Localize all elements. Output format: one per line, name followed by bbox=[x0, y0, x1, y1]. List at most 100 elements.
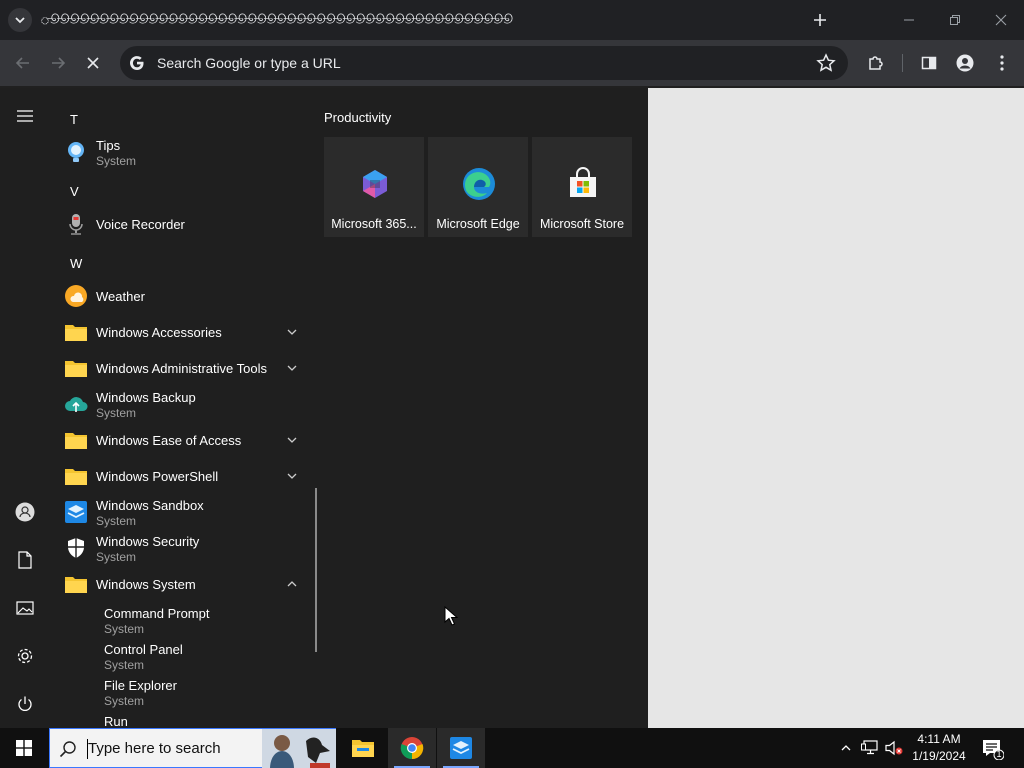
documents-button[interactable] bbox=[13, 548, 37, 572]
omnibox[interactable]: Search Google or type a URL bbox=[120, 46, 848, 80]
letter-header-v[interactable]: V bbox=[70, 184, 79, 199]
letter-header-w[interactable]: W bbox=[70, 256, 82, 271]
app-name: Voice Recorder bbox=[96, 217, 185, 232]
tile-microsoft-365[interactable]: Microsoft 365... bbox=[324, 137, 424, 237]
app-name: Control Panel bbox=[104, 642, 183, 657]
volume-button[interactable] bbox=[884, 738, 904, 758]
folder-windows-system[interactable]: Windows System bbox=[50, 566, 312, 602]
tile-microsoft-store[interactable]: Microsoft Store bbox=[532, 137, 632, 237]
chevron-up-icon[interactable] bbox=[286, 578, 298, 590]
settings-button[interactable] bbox=[13, 644, 37, 668]
user-account-button[interactable] bbox=[13, 500, 37, 524]
folder-icon bbox=[65, 325, 87, 341]
cloud-upload-icon bbox=[65, 397, 88, 412]
folder-windows-administrative-tools[interactable]: Windows Administrative Tools bbox=[50, 350, 312, 386]
extensions-button[interactable] bbox=[861, 48, 891, 78]
folder-icon bbox=[65, 469, 87, 485]
app-name: Windows Backup bbox=[96, 390, 196, 405]
start-left-rail bbox=[0, 88, 50, 728]
folder-windows-ease-of-access[interactable]: Windows Ease of Access bbox=[50, 422, 312, 458]
app-name: Windows Sandbox bbox=[96, 498, 204, 513]
network-button[interactable] bbox=[860, 738, 880, 758]
mouse-cursor-icon bbox=[444, 606, 458, 626]
chevron-down-icon[interactable] bbox=[286, 434, 298, 446]
taskbar: Type here to search 4:11 AM 1/19/2024 1 bbox=[0, 728, 1024, 768]
action-center-button[interactable]: 1 bbox=[982, 738, 1005, 761]
start-menu: T Tips System V Voice Recorder W Weather… bbox=[0, 88, 648, 728]
folder-icon bbox=[65, 361, 87, 377]
app-name: Windows Administrative Tools bbox=[96, 361, 267, 376]
profile-icon bbox=[956, 54, 974, 72]
app-list[interactable]: T Tips System V Voice Recorder W Weather… bbox=[50, 88, 312, 728]
letter-header-t[interactable]: T bbox=[70, 112, 78, 127]
microphone-icon bbox=[69, 214, 83, 235]
app-windows-sandbox[interactable]: Windows Sandbox System bbox=[50, 494, 312, 530]
windows-start-button[interactable] bbox=[16, 740, 32, 756]
app-command-prompt[interactable]: Command Prompt System bbox=[50, 602, 312, 638]
minimize-button[interactable] bbox=[886, 0, 932, 40]
forward-button[interactable] bbox=[43, 48, 73, 78]
chevron-down-icon[interactable] bbox=[286, 362, 298, 374]
side-panel-button[interactable] bbox=[914, 48, 944, 78]
close-button[interactable] bbox=[978, 0, 1024, 40]
tile-group-title[interactable]: Productivity bbox=[324, 110, 391, 125]
taskbar-windows-sandbox[interactable] bbox=[437, 728, 485, 768]
restore-icon bbox=[950, 15, 960, 25]
microsoft-365-icon bbox=[363, 170, 387, 198]
app-run[interactable]: Run bbox=[50, 710, 312, 728]
power-button[interactable] bbox=[13, 692, 37, 716]
volume-muted-icon bbox=[885, 740, 903, 756]
app-file-explorer[interactable]: File Explorer System bbox=[50, 674, 312, 710]
folder-icon bbox=[352, 740, 374, 757]
sandbox-icon bbox=[65, 501, 87, 523]
app-name: Windows Security bbox=[96, 534, 200, 549]
folder-windows-accessories[interactable]: Windows Accessories bbox=[50, 314, 312, 350]
profile-button[interactable] bbox=[950, 48, 980, 78]
tile-microsoft-edge[interactable]: Microsoft Edge bbox=[428, 137, 528, 237]
app-tips[interactable]: Tips System bbox=[50, 134, 312, 170]
arrow-right-icon bbox=[52, 57, 66, 69]
pictures-button[interactable] bbox=[13, 596, 37, 620]
puzzle-icon bbox=[869, 56, 883, 70]
app-weather[interactable]: Weather bbox=[50, 278, 312, 314]
app-name: Weather bbox=[96, 289, 145, 304]
hamburger-menu-button[interactable] bbox=[13, 104, 37, 128]
chevron-down-icon[interactable] bbox=[286, 326, 298, 338]
minimize-icon bbox=[904, 19, 914, 21]
taskbar-search-box[interactable]: Type here to search bbox=[49, 728, 336, 768]
back-button[interactable] bbox=[8, 48, 38, 78]
tab-title[interactable]: ூூூூூூூூூூூூூூூூூூூூூூூூூூூூூூூூூூூூூூூூ… bbox=[40, 12, 770, 28]
restore-button[interactable] bbox=[932, 0, 978, 40]
menu-button[interactable] bbox=[987, 48, 1017, 78]
gear-icon bbox=[17, 648, 33, 664]
stop-button[interactable] bbox=[78, 48, 108, 78]
chevron-up-icon bbox=[841, 745, 851, 751]
lightbulb-icon bbox=[68, 142, 84, 162]
app-subtitle: System bbox=[104, 622, 145, 636]
taskbar-file-explorer[interactable] bbox=[339, 728, 387, 768]
plus-icon bbox=[814, 14, 826, 26]
taskbar-clock[interactable]: 4:11 AM 1/19/2024 bbox=[908, 731, 970, 765]
app-control-panel[interactable]: Control Panel System bbox=[50, 638, 312, 674]
taskbar-chrome[interactable] bbox=[388, 728, 436, 768]
app-voice-recorder[interactable]: Voice Recorder bbox=[50, 206, 312, 242]
app-name: Windows System bbox=[96, 577, 196, 592]
app-list-scrollbar[interactable] bbox=[315, 488, 317, 652]
star-icon[interactable] bbox=[816, 53, 836, 73]
app-windows-security[interactable]: Windows Security System bbox=[50, 530, 312, 566]
new-tab-button[interactable] bbox=[808, 8, 832, 32]
hamburger-icon bbox=[17, 110, 33, 122]
app-name: Run bbox=[104, 714, 128, 728]
app-windows-backup[interactable]: Windows Backup System bbox=[50, 386, 312, 422]
app-name: File Explorer bbox=[104, 678, 177, 693]
tile-label: Microsoft Store bbox=[539, 217, 625, 231]
chevron-down-icon[interactable] bbox=[286, 470, 298, 482]
tab-search-button[interactable] bbox=[8, 8, 32, 32]
show-hidden-icons-button[interactable] bbox=[836, 738, 856, 758]
side-panel-icon bbox=[921, 56, 937, 70]
browser-titlebar: ூூூூூூூூூூூூூூூூூூூூூூூூூூூூூூூூூூூூூூூூ… bbox=[0, 0, 1024, 40]
shield-icon bbox=[68, 538, 84, 558]
chevron-down-icon bbox=[15, 17, 25, 24]
folder-windows-powershell[interactable]: Windows PowerShell bbox=[50, 458, 312, 494]
close-icon bbox=[995, 14, 1007, 26]
